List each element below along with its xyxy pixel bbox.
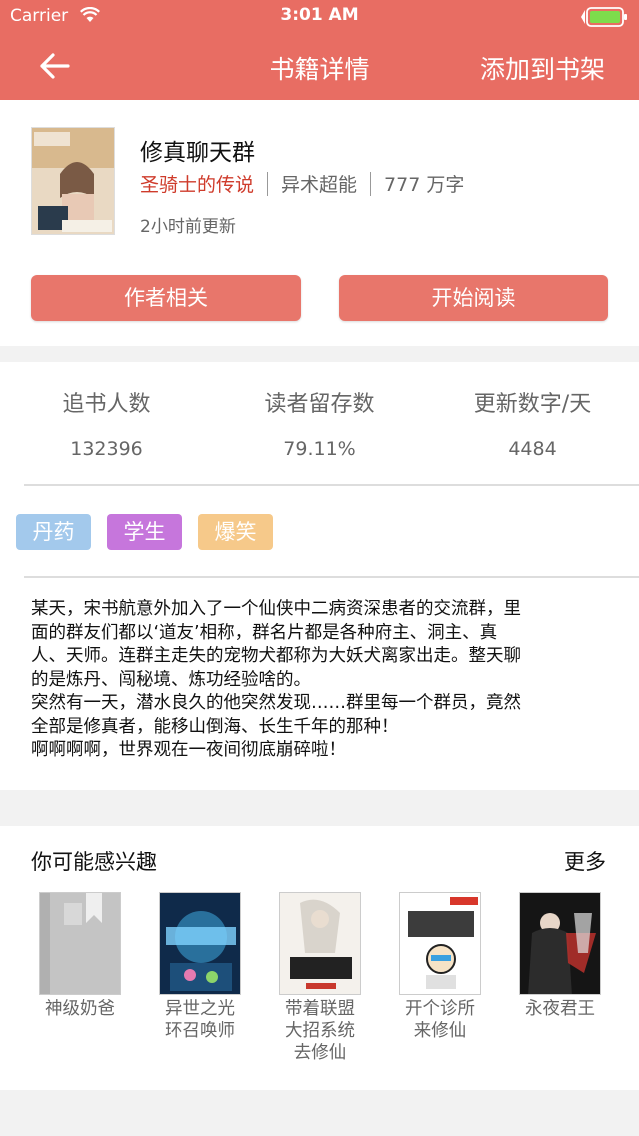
more-button[interactable]: 更多	[564, 846, 606, 876]
book-category: 异术超能	[281, 174, 358, 196]
recommended-book-title: 带着联盟 大招系统 去修仙	[260, 998, 380, 1064]
stat-label: 追书人数	[62, 392, 151, 417]
book-description: 某天，宋书航意外加入了一个仙侠中二病资深患者的交流群，里 面的群友们都以‘道友’…	[31, 598, 621, 763]
stat-label: 更新数字/天	[473, 392, 592, 417]
tag-student[interactable]: 学生	[107, 514, 182, 550]
stat-followers: 追书人数 132396	[0, 386, 213, 460]
status-bar: Carrier 3:01 AM	[0, 0, 639, 34]
recommended-book-title: 神级奶爸	[20, 998, 140, 1020]
description-line: 面的群友们都以‘道友’相称，群名片都是各种府主、洞主、真	[31, 622, 498, 643]
title-line: 环召唤师	[165, 1021, 235, 1041]
book-cover	[399, 892, 481, 995]
navbar: 书籍详情 添加到书架	[0, 36, 639, 96]
book-updated-time: 2小时前更新	[140, 217, 236, 237]
book-cover[interactable]	[31, 127, 115, 235]
title-line: 永夜君王	[525, 999, 595, 1019]
divider	[24, 484, 639, 486]
tag-funny[interactable]: 爆笑	[198, 514, 273, 550]
start-reading-button[interactable]: 开始阅读	[339, 275, 608, 321]
description-line: 啊啊啊啊，世界观在一夜间彻底崩碎啦！	[31, 740, 346, 760]
title-line: 异世之光	[165, 999, 235, 1019]
description-line: 全部是修真者，能移山倒海、长生千年的那种！	[31, 716, 399, 737]
recommended-book-title: 异世之光 环召唤师	[140, 998, 260, 1042]
book-title: 修真聊天群	[140, 140, 255, 166]
divider	[24, 576, 639, 578]
stat-value: 132396	[70, 438, 143, 460]
title-line: 开个诊所	[405, 999, 475, 1019]
title-line: 大招系统	[285, 1021, 355, 1041]
title-line: 带着联盟	[285, 999, 355, 1019]
tag-list: 丹药 学生 爆笑	[16, 514, 289, 550]
book-word-count: 777 万字	[384, 174, 465, 196]
book-cover	[519, 892, 601, 995]
battery-icon	[581, 7, 627, 27]
book-cover-placeholder	[39, 892, 121, 995]
title-line: 去修仙	[293, 1043, 347, 1063]
stat-label: 读者留存数	[264, 392, 375, 417]
description-line: 的是炼丹、闯秘境、炼功经验啥的。	[31, 669, 311, 690]
recommendations-card: 你可能感兴趣 更多 神级奶爸 异世之光 环召唤师 带着联盟 大招系统 去修仙 开…	[0, 826, 639, 1090]
author-related-button[interactable]: 作者相关	[31, 275, 301, 321]
stat-retention: 读者留存数 79.11%	[213, 386, 426, 460]
book-author[interactable]: 圣骑士的传说	[140, 170, 254, 197]
meta-divider	[267, 171, 269, 196]
recommendations-title: 你可能感兴趣	[31, 850, 157, 874]
description-line: 人、天师。连群主走失的宠物犬都称为大妖犬离家出走。整天聊	[31, 646, 521, 666]
recommended-book-title: 开个诊所 来修仙	[380, 998, 500, 1042]
description-line: 突然有一天，潜水良久的他突然发现……群里每一个群员，竟然	[31, 693, 521, 713]
title-line: 神级奶爸	[45, 999, 115, 1019]
description-line: 某天，宋书航意外加入了一个仙侠中二病资深患者的交流群，里	[31, 599, 521, 619]
book-stats-card: 追书人数 132396 读者留存数 79.11% 更新数字/天 4484 丹药 …	[0, 362, 639, 790]
add-to-bookshelf-button[interactable]: 添加到书架	[480, 50, 605, 86]
status-time: 3:01 AM	[280, 5, 359, 25]
stat-daily-words: 更新数字/天 4484	[426, 386, 639, 460]
title-line: 来修仙	[413, 1021, 467, 1041]
recommended-book-title: 永夜君王	[500, 998, 620, 1020]
meta-divider	[370, 171, 372, 196]
tag-medicine[interactable]: 丹药	[16, 514, 91, 550]
stat-value: 4484	[508, 438, 557, 460]
book-cover	[279, 892, 361, 995]
book-info-card: 修真聊天群 圣骑士的传说 异术超能 777 万字 2小时前更新 作者相关 开始阅…	[0, 100, 639, 346]
book-meta: 圣骑士的传说 异术超能 777 万字	[140, 170, 464, 197]
app-header: Carrier 3:01 AM 书籍详情 添加到书架	[0, 0, 639, 100]
book-cover	[159, 892, 241, 995]
stat-value: 79.11%	[283, 438, 356, 460]
